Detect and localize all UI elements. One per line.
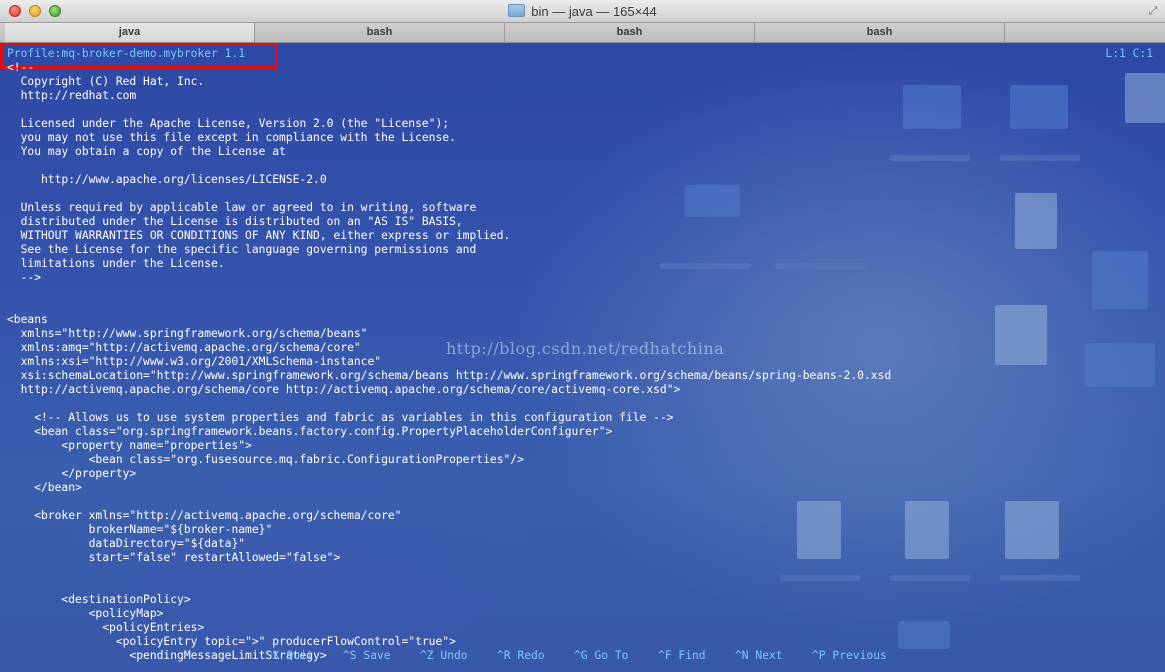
editor-line: <property name="properties"> [7, 439, 252, 452]
tab-bash-1[interactable]: bash [255, 23, 505, 42]
window-title: bin — java — 165×44 [531, 4, 657, 19]
editor-line: xmlns="http://www.springframework.org/sc… [7, 327, 368, 340]
editor-line: You may obtain a copy of the License at [7, 145, 286, 158]
editor-line: See the License for the specific languag… [7, 243, 477, 256]
tab-bash-2[interactable]: bash [505, 23, 755, 42]
shortcut-save[interactable]: ^S Save [343, 649, 391, 662]
shortcut-undo[interactable]: ^Z Undo [420, 649, 468, 662]
editor-line: Licensed under the Apache License, Versi… [7, 117, 450, 130]
desktop-icon-label [1000, 575, 1080, 581]
desktop-icon-label [1000, 155, 1080, 161]
editor-line: Unless required by applicable law or agr… [7, 201, 477, 214]
tab-java[interactable]: java [5, 23, 255, 42]
desktop-icon-label [890, 575, 970, 581]
editor-line: <bean class="org.springframework.beans.f… [7, 425, 613, 438]
desktop-icon-label [890, 155, 970, 161]
shortcut-quit[interactable]: ^X Quit [266, 649, 314, 662]
editor-line: <bean class="org.fusesource.mq.fabric.Co… [7, 453, 524, 466]
folder-icon [508, 4, 526, 17]
editor-line: xmlns:amq="http://activemq.apache.org/sc… [7, 341, 361, 354]
cursor-position: L:1 C:1 [1105, 47, 1153, 60]
editor-line: xsi:schemaLocation="http://www.springfra… [7, 369, 892, 382]
desktop-folder-icon [898, 621, 950, 649]
window-title-bar: bin — java — 165×44 ⤢ [0, 0, 1165, 23]
editor-line: <policyEntry topic=">" producerFlowContr… [7, 635, 456, 648]
desktop-folder-icon [1010, 85, 1068, 129]
shortcut-redo[interactable]: ^R Redo [497, 649, 545, 662]
editor-line: start="false" restartAllowed="false"> [7, 551, 341, 564]
tab-bash-3[interactable]: bash [755, 23, 1005, 42]
desktop-file-icon [905, 501, 949, 559]
window-title-container: bin — java — 165×44 [0, 4, 1165, 19]
editor-line: </bean> [7, 481, 82, 494]
desktop-folder-icon [1085, 343, 1155, 387]
editor-line: http://redhat.com [7, 89, 137, 102]
editor-line: --> [7, 271, 42, 284]
fullscreen-icon[interactable]: ⤢ [1147, 5, 1159, 17]
editor-status-profile: Profile:mq-broker-demo.mybroker 1.1 [7, 47, 246, 60]
desktop-folder-icon [903, 85, 961, 129]
desktop-file-icon [1005, 501, 1059, 559]
editor-line: limitations under the License. [7, 257, 225, 270]
shortcut-goto[interactable]: ^G Go To [574, 649, 628, 662]
shortcut-next[interactable]: ^N Next [735, 649, 783, 662]
editor-line: Copyright (C) Red Hat, Inc. [7, 75, 205, 88]
editor-line: <destinationPolicy> [7, 593, 191, 606]
editor-line: <policyMap> [7, 607, 164, 620]
shortcut-previous[interactable]: ^P Previous [812, 649, 887, 662]
editor-line: xmlns:xsi="http://www.w3.org/2001/XMLSch… [7, 355, 382, 368]
editor-line: <beans [7, 313, 48, 326]
editor-line: brokerName="${broker-name}" [7, 523, 273, 536]
editor-line: <policyEntries> [7, 621, 205, 634]
editor-text-area[interactable]: <!-- Copyright (C) Red Hat, Inc. http://… [7, 61, 891, 663]
desktop-image-icon [1092, 251, 1148, 309]
editor-line: </property> [7, 467, 137, 480]
desktop-file-icon [995, 305, 1047, 365]
editor-line: distributed under the License is distrib… [7, 215, 463, 228]
desktop-file-icon [1125, 73, 1165, 123]
terminal-pane[interactable]: http://blog.csdn.net/redhatchina Profile… [0, 43, 1165, 672]
editor-line: <broker xmlns="http://activemq.apache.or… [7, 509, 402, 522]
editor-line: <!-- Allows us to use system properties … [7, 411, 674, 424]
tab-bar: java bash bash bash [0, 23, 1165, 43]
editor-line: you may not use this file except in comp… [7, 131, 456, 144]
editor-line: <!-- [7, 61, 35, 74]
desktop-file-icon [1015, 193, 1057, 249]
shortcut-bar: ^X Quit ^S Save ^Z Undo ^R Redo ^G Go To… [0, 649, 1165, 663]
editor-line: http://activemq.apache.org/schema/core h… [7, 383, 681, 396]
shortcut-find[interactable]: ^F Find [658, 649, 706, 662]
editor-line: dataDirectory="${data}" [7, 537, 246, 550]
editor-line: WITHOUT WARRANTIES OR CONDITIONS OF ANY … [7, 229, 511, 242]
editor-line: http://www.apache.org/licenses/LICENSE-2… [7, 173, 327, 186]
